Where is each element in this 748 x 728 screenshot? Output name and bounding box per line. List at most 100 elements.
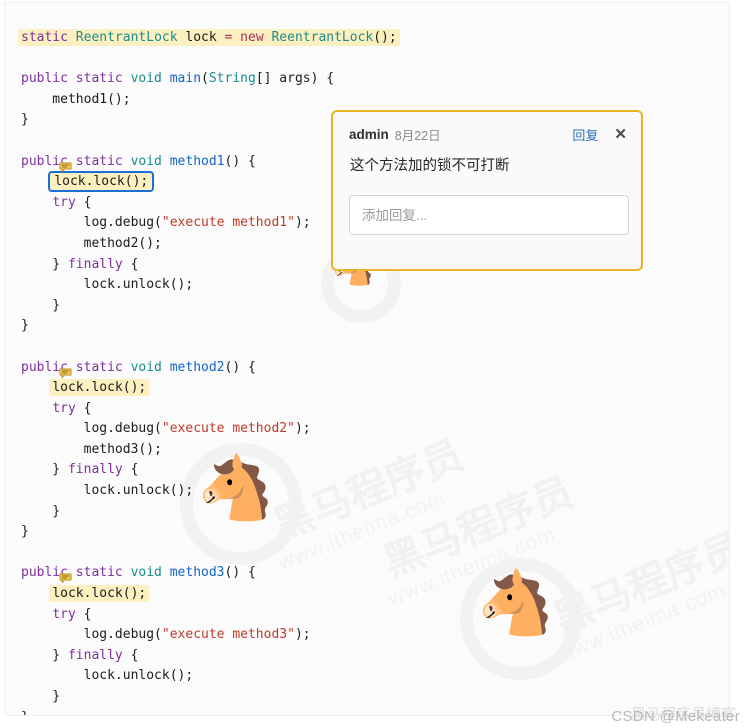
code-line: } finally { [21,646,729,667]
code-token: log.debug( [21,627,162,643]
code-token: void [130,71,162,87]
selected-lock-call[interactable]: lock.lock(); [48,171,155,193]
code-line: } [21,522,729,543]
code-token: { [122,647,139,663]
code-line: method1(); [21,90,729,111]
code-token: finally [67,256,123,272]
highlighted-lock-call[interactable]: lock.lock(); [49,379,150,397]
highlighted-declaration[interactable]: static ReentrantLock lock = new Reentran… [18,29,400,46]
code-token: finally [67,462,123,478]
code-line: } [21,296,729,317]
code-token: { [75,194,92,210]
csdn-watermark: CSDN @Mekeater [611,708,740,725]
code-line: log.debug("execute method3"); [21,625,729,646]
code-token: ); [294,215,311,231]
code-token: public static [21,71,131,87]
code-line: } [21,316,729,337]
code-token: } [21,112,29,128]
code-token: try [52,400,76,416]
code-token: } [21,710,29,715]
code-token: (); [373,30,397,45]
code-line: lock.unlock(); [21,481,729,502]
comment-bubble-icon[interactable] [59,366,72,378]
code-token: ); [294,421,311,437]
code-token: lock.unlock(); [21,483,194,499]
code-token: [] args) { [255,71,335,87]
code-token: } [21,256,68,272]
code-token: main [169,71,202,87]
code-token: ( [201,71,209,87]
code-token: "execute method3" [161,627,295,643]
code-token: () { [224,153,256,169]
code-line: } finally { [21,460,729,481]
comment-body-text: 这个方法加的锁不可打断 [350,158,510,174]
code-token: () { [224,359,256,375]
code-token: } [21,503,61,519]
code-token: method3(); [21,441,162,457]
comment-bubble-icon[interactable] [59,160,72,172]
code-line: lock.lock(); [21,378,729,399]
code-token: public static [21,565,131,581]
code-token: "execute method2" [161,421,295,437]
code-line: try { [21,399,729,420]
code-line: lock.unlock(); [21,275,729,296]
code-token: public static [21,359,131,375]
reply-button[interactable]: 回复 [572,125,598,144]
comment-popup[interactable]: admin 8月22日 回复 ✕ 这个方法加的锁不可打断 [331,110,643,271]
code-line: log.debug("execute method2"); [21,419,729,440]
code-line: try { [21,605,729,626]
highlighted-lock-call[interactable]: lock.lock(); [49,585,150,603]
code-token: lock.unlock(); [21,668,194,684]
code-line: } [21,687,729,708]
code-token: method2 [169,359,225,375]
code-token: { [122,462,139,478]
code-token: { [75,606,92,622]
reply-input[interactable] [349,195,629,235]
code-token: } [21,297,61,313]
code-token: ReentrantLock [271,30,374,45]
code-token: } [21,647,68,663]
close-icon[interactable]: ✕ [614,127,627,142]
code-token: lock.unlock(); [21,277,194,293]
code-token: } [21,462,68,478]
code-line: } [21,502,729,523]
code-token: void [130,153,162,169]
code-line: method3(); [21,440,729,461]
code-token: lock [177,30,225,45]
comment-popup-header: admin 8月22日 回复 ✕ [349,124,627,144]
code-token: } [21,524,29,540]
code-token: method3 [169,565,225,581]
comment-bubble-icon[interactable] [59,571,72,584]
code-token: method1 [169,153,225,169]
code-token: { [122,256,139,272]
code-token: method1(); [21,91,131,107]
comment-author: admin [349,126,389,142]
code-line: public static void method2() { [21,358,729,379]
code-token: ReentrantLock [75,30,178,45]
code-token: try [52,606,76,622]
code-token: try [52,194,76,210]
code-token: () { [224,565,256,581]
code-token: finally [67,647,123,663]
code-line: lock.lock(); [21,584,729,605]
code-token: ); [294,627,311,643]
code-line: public static void method3() { [21,563,729,584]
code-token: void [130,359,162,375]
code-token: } [21,689,61,704]
code-token: new [240,30,264,45]
code-token: void [130,565,162,581]
code-token: method2(); [21,235,162,251]
code-token: } [21,318,29,334]
code-token: { [75,400,92,416]
code-token: "execute method1" [161,215,295,231]
